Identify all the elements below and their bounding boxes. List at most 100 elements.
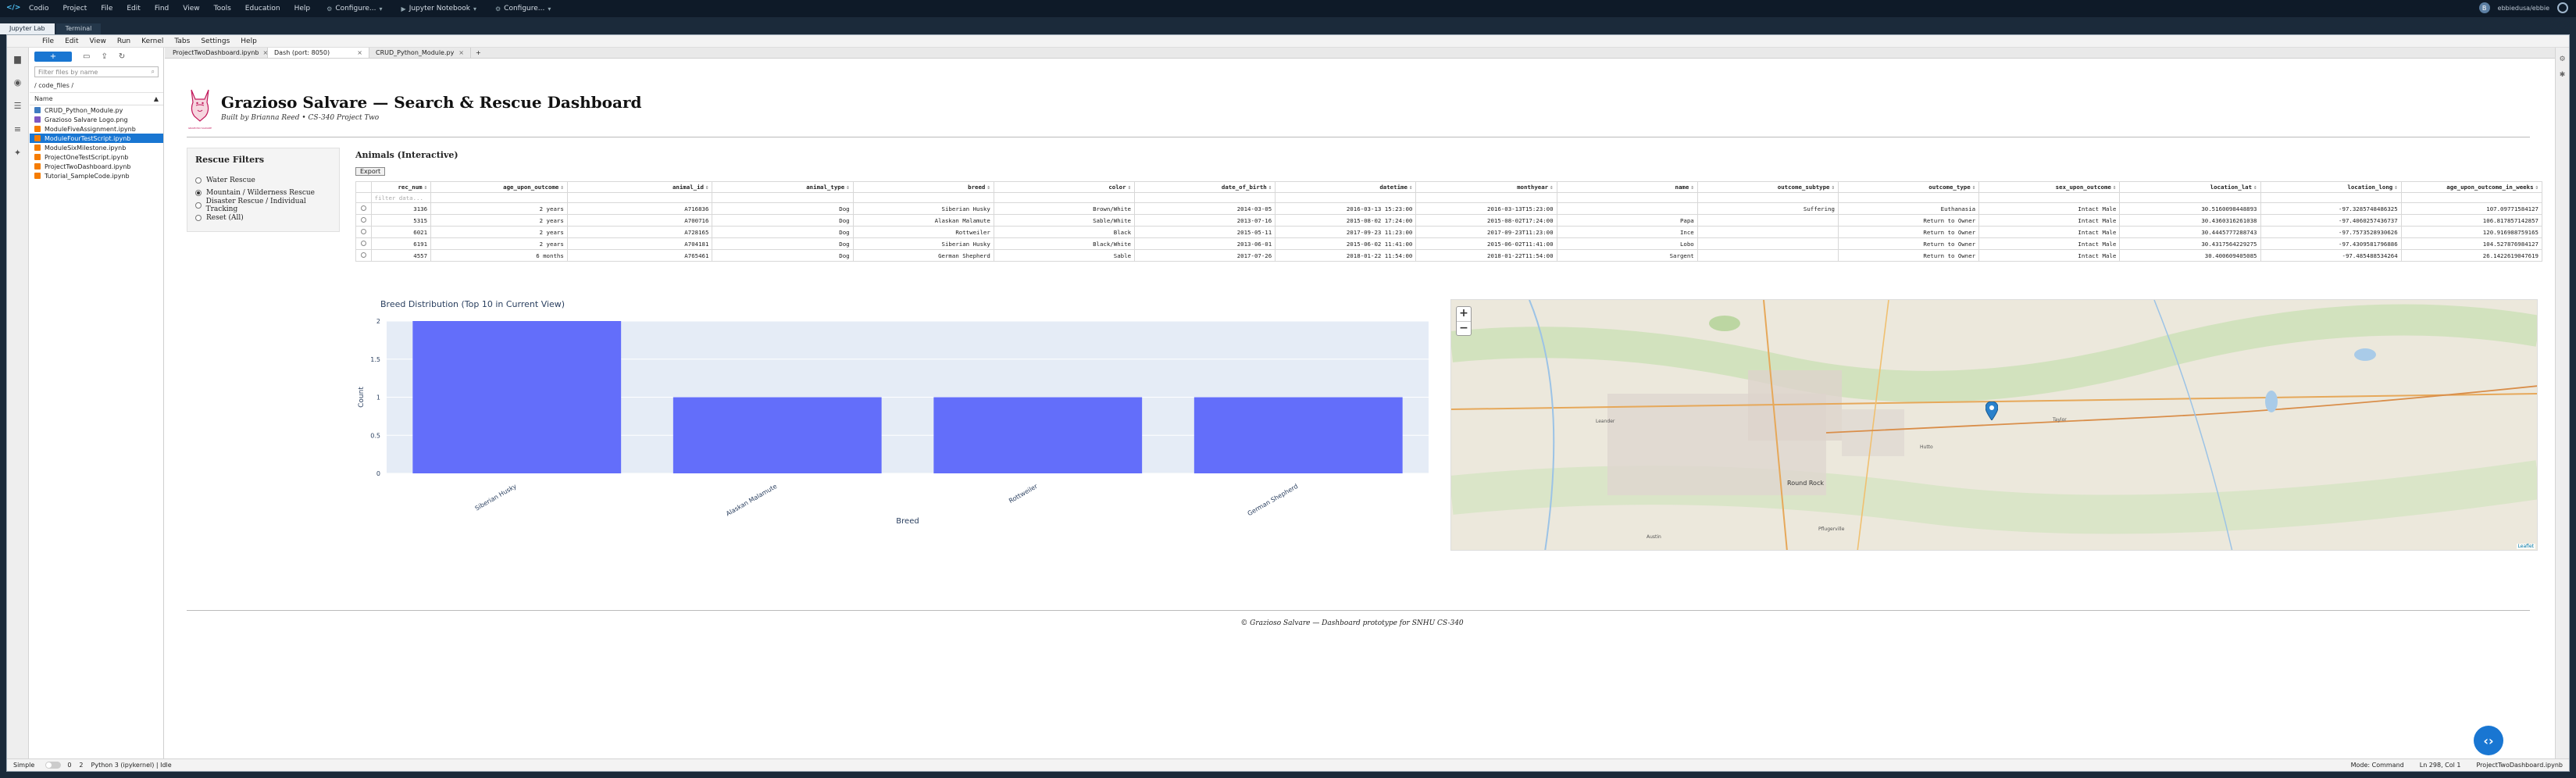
column-filter-input[interactable] — [1978, 192, 2121, 203]
location-marker-icon[interactable] — [1986, 401, 1998, 420]
table-cell[interactable]: 2016-03-13T15:23:00 — [1415, 202, 1557, 215]
codio-menu-education[interactable]: Education — [238, 5, 287, 12]
row-select-radio[interactable] — [355, 237, 372, 250]
column-header[interactable]: date_of_birth ⇕ — [1134, 181, 1276, 193]
table-cell[interactable]: 2013-06-01 — [1134, 237, 1276, 250]
table-cell[interactable]: 4557 — [370, 249, 432, 262]
sort-icon[interactable]: ⇕ — [2253, 184, 2257, 191]
jmenu-tabs[interactable]: Tabs — [169, 37, 195, 45]
codio-menu-tools[interactable]: Tools — [207, 5, 238, 12]
table-cell[interactable]: A700716 — [566, 214, 713, 227]
table-cell[interactable]: Return to Owner — [1837, 249, 1980, 262]
codio-menu-view[interactable]: View — [176, 5, 206, 12]
configure-dropdown-2[interactable]: ⚙ Configure... ▾ — [486, 5, 560, 12]
codio-logo-icon[interactable]: </> — [6, 4, 20, 13]
table-cell[interactable]: Return to Owner — [1837, 237, 1980, 250]
table-cell[interactable]: 2015-08-02T17:24:00 — [1415, 214, 1557, 227]
table-cell[interactable]: Intact Male — [1978, 226, 2121, 238]
column-filter-input[interactable] — [1275, 192, 1417, 203]
table-cell[interactable]: 30.4360316261038 — [2119, 214, 2261, 227]
table-cell[interactable]: 104.527876984127 — [2400, 237, 2543, 250]
zoom-in-button[interactable]: + — [1457, 307, 1471, 321]
table-cell[interactable]: Return to Owner — [1837, 226, 1980, 238]
table-cell[interactable] — [1697, 237, 1839, 250]
codio-menu-find[interactable]: Find — [148, 5, 176, 12]
column-filter-input[interactable] — [2119, 192, 2261, 203]
sort-icon[interactable]: ▲ — [154, 95, 159, 102]
sort-icon[interactable]: ⇕ — [705, 184, 708, 191]
column-filter-input[interactable] — [430, 192, 568, 203]
table-cell[interactable]: Siberian Husky — [852, 202, 994, 215]
sort-icon[interactable]: ⇕ — [1690, 184, 1693, 191]
column-header[interactable]: breed ⇕ — [852, 181, 994, 193]
table-cell[interactable] — [1697, 226, 1839, 238]
table-cell[interactable]: 2 years — [430, 237, 568, 250]
refresh-icon[interactable]: ↻ — [119, 52, 125, 61]
extension-icon[interactable]: ✦ — [12, 148, 24, 160]
table-cell[interactable]: Return to Owner — [1837, 214, 1980, 227]
close-icon[interactable]: × — [357, 49, 362, 56]
table-cell[interactable]: 2 years — [430, 202, 568, 215]
table-cell[interactable]: 5315 — [370, 214, 432, 227]
export-button[interactable]: Export — [355, 167, 386, 176]
table-cell[interactable]: -97.4060257436737 — [2260, 214, 2402, 227]
table-cell[interactable]: -97.4309581796886 — [2260, 237, 2402, 250]
list-item[interactable]: Tutorial_SampleCode.ipynb — [30, 171, 163, 180]
table-cell[interactable]: 2015-08-02 17:24:00 — [1275, 214, 1417, 227]
table-cell[interactable] — [1697, 249, 1839, 262]
simple-mode-toggle[interactable] — [45, 762, 62, 769]
table-cell[interactable]: 2017-07-26 — [1134, 249, 1276, 262]
table-cell[interactable]: Black — [993, 226, 1136, 238]
list-item[interactable]: ModuleSixMilestone.ipynb — [30, 143, 163, 152]
table-cell[interactable]: Dog — [712, 249, 854, 262]
table-cell[interactable]: -97.3285748486325 — [2260, 202, 2402, 215]
column-filter-input[interactable] — [712, 192, 854, 203]
table-cell[interactable]: 2017-09-23T11:23:00 — [1415, 226, 1557, 238]
table-cell[interactable]: Intact Male — [1978, 202, 2121, 215]
table-cell[interactable]: Alaskan Malamute — [852, 214, 994, 227]
sort-icon[interactable]: ⇕ — [2394, 184, 2397, 191]
new-tab-button[interactable]: + — [471, 48, 486, 58]
table-cell[interactable]: 6 months — [430, 249, 568, 262]
document-tab[interactable]: ProjectTwoDashboard.ipynb × — [166, 48, 268, 58]
dash-debug-button[interactable]: ‹› — [2474, 726, 2503, 755]
jmenu-file[interactable]: File — [37, 37, 59, 45]
new-folder-icon[interactable]: ▭ — [83, 52, 90, 61]
rescue-option[interactable]: Disaster Rescue / Individual Tracking — [195, 198, 331, 213]
user-name[interactable]: ebbiedusa/ebbie — [2498, 5, 2549, 12]
new-launcher-button[interactable]: + — [34, 51, 72, 62]
sort-icon[interactable]: ⇕ — [1128, 184, 1131, 191]
table-cell[interactable]: 106.817857142857 — [2400, 214, 2543, 227]
table-cell[interactable]: Ince — [1556, 226, 1698, 238]
table-cell[interactable]: Dog — [712, 202, 854, 215]
list-item[interactable]: ModuleFourTestScript.ipynb — [30, 134, 163, 143]
radio-button[interactable] — [360, 240, 366, 246]
list-item[interactable]: ModuleFiveAssignment.ipynb — [30, 124, 163, 134]
table-cell[interactable] — [1556, 202, 1698, 215]
commands-icon[interactable]: ☰ — [12, 101, 24, 113]
jmenu-edit[interactable]: Edit — [59, 37, 84, 45]
table-cell[interactable]: 120.916988759165 — [2400, 226, 2543, 238]
table-cell[interactable]: 6021 — [370, 226, 432, 238]
jmenu-help[interactable]: Help — [235, 37, 262, 45]
column-filter-input[interactable] — [1837, 192, 1980, 203]
folder-icon[interactable]: ▆ — [12, 54, 24, 66]
column-header[interactable]: color ⇕ — [993, 181, 1136, 193]
column-header[interactable]: outcome_type ⇕ — [1837, 181, 1980, 193]
bar[interactable] — [933, 397, 1143, 474]
table-cell[interactable]: 6191 — [370, 237, 432, 250]
table-cell[interactable]: 2018-01-22 11:54:00 — [1275, 249, 1417, 262]
sort-icon[interactable]: ⇕ — [987, 184, 990, 191]
jmenu-kernel[interactable]: Kernel — [136, 37, 169, 45]
column-header[interactable]: animal_id ⇕ — [566, 181, 713, 193]
cursor-position[interactable]: Ln 298, Col 1 — [2420, 762, 2461, 769]
rescue-option[interactable]: Water Rescue — [195, 174, 331, 187]
bar[interactable] — [412, 321, 622, 473]
location-map[interactable]: Leander Round Rock Pflugerville Hutto Ta… — [1450, 299, 2538, 551]
tab-jupyter-lab[interactable]: Jupyter Lab — [0, 23, 55, 34]
table-cell[interactable]: 2015-06-02T11:41:00 — [1415, 237, 1557, 250]
sort-icon[interactable]: ⇕ — [424, 184, 427, 191]
sort-icon[interactable]: ⇕ — [846, 184, 849, 191]
table-cell[interactable]: 2 years — [430, 214, 568, 227]
table-cell[interactable]: 2016-03-13 15:23:00 — [1275, 202, 1417, 215]
